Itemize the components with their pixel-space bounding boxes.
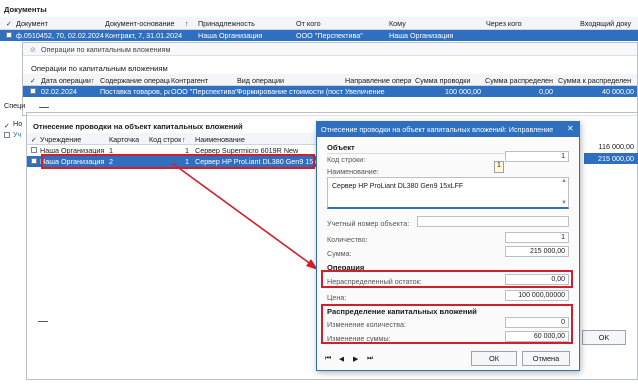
scroll-down-icon[interactable]: ▼ (561, 200, 567, 206)
row-code-tooltip-value: 1 (497, 162, 501, 169)
price-label: Цена: (327, 293, 347, 302)
sum-change-label: Изменение суммы: (327, 334, 391, 343)
qty-change-field[interactable]: 0 (505, 317, 569, 328)
qty-label: Количество: (327, 235, 368, 244)
scroll-up-icon[interactable]: ▲ (561, 178, 567, 184)
sum-change-field[interactable]: 60 000,00 (505, 331, 569, 342)
name-value: Сервер HP ProLiant DL380 Gen9 15xLFF (332, 183, 464, 190)
close-icon[interactable]: ✕ (567, 124, 574, 133)
first-record-icon[interactable]: ⏮ (325, 355, 331, 363)
sum-change-value: 60 000,00 (533, 333, 565, 340)
name-label: Наименование: (327, 167, 379, 176)
price-field[interactable]: 100 000,00000 (505, 290, 569, 301)
row-code-label: Код строки: (327, 155, 366, 164)
row-code-value: 1 (561, 153, 565, 160)
next-record-icon[interactable]: ▶ (353, 355, 358, 363)
last-record-icon[interactable]: ⏭ (367, 355, 373, 363)
qty-change-value: 0 (561, 319, 565, 326)
qty-change-label: Изменение количества: (327, 320, 406, 329)
highlight-residual (321, 270, 573, 288)
sum-field[interactable]: 215 000,00 (505, 246, 569, 257)
account-field[interactable] (417, 216, 569, 227)
prev-record-icon[interactable]: ◀ (339, 355, 344, 363)
sum-value: 215 000,00 (529, 248, 565, 255)
dialog-titlebar: Отнесение проводки на объект капитальных… (317, 122, 579, 137)
dialog-cancel-button[interactable]: Отмена (522, 351, 570, 366)
row-code-field[interactable]: 1 (505, 151, 569, 162)
dialog-ok-button[interactable]: ОК (471, 351, 517, 366)
record-navigator: ⏮ ◀ ▶ ⏭ (325, 355, 379, 365)
qty-value: 1 (561, 234, 565, 241)
distribution-section-title: Распределение капитальных вложений (327, 307, 477, 316)
account-label: Учетный номер объекта: (327, 219, 410, 228)
sum-label: Сумма: (327, 249, 352, 258)
qty-field[interactable]: 1 (505, 232, 569, 243)
annotation-arrow-line (171, 162, 313, 266)
object-section-title: Объект (327, 143, 355, 152)
price-value: 100 000,00000 (518, 292, 565, 299)
edit-dialog: Отнесение проводки на объект капитальных… (316, 121, 580, 371)
row-code-tooltip: 1 (494, 161, 504, 173)
name-field[interactable]: Сервер HP ProLiant DL380 Gen9 15xLFF (327, 177, 569, 209)
dialog-title: Отнесение проводки на объект капитальных… (321, 125, 554, 134)
